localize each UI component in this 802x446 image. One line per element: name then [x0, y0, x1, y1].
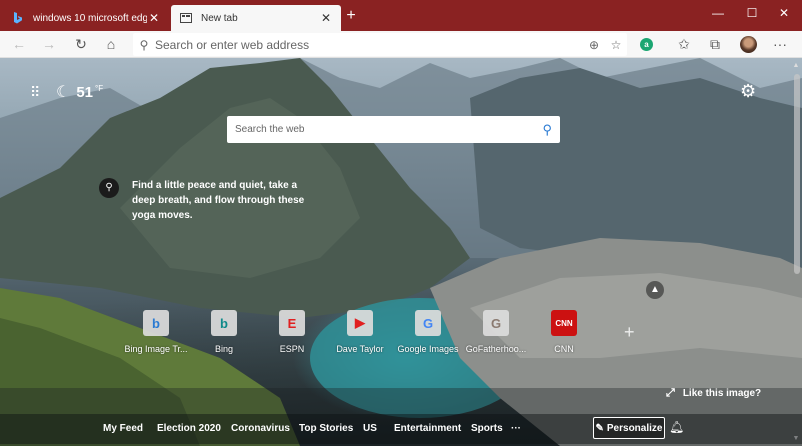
extension-icon[interactable]: a — [640, 38, 653, 51]
quick-link-label: Google Images — [397, 344, 459, 354]
quick-link-tile[interactable]: ▶ Dave Taylor — [325, 310, 395, 354]
gofatherhood-icon: G — [483, 310, 509, 336]
feed-tab-coronavirus[interactable]: Coronavirus — [231, 423, 290, 434]
tab-new-tab[interactable]: New tab ✕ — [171, 5, 341, 31]
quick-link-label: Dave Taylor — [336, 344, 384, 354]
feed-tab-us[interactable]: US — [363, 423, 377, 434]
personalize-label: Personalize — [606, 422, 663, 434]
quick-link-label: Bing Image Tr... — [124, 344, 188, 354]
add-site-plus-icon[interactable]: + — [624, 322, 635, 343]
feed-tab-sports[interactable]: Sports — [471, 423, 503, 434]
moon-icon: ☾ — [56, 84, 71, 101]
refresh-icon[interactable]: ↻ — [72, 35, 90, 53]
bing-icon — [11, 11, 25, 25]
address-bar[interactable]: ⚲ Search or enter web address ⊕ ☆ — [133, 33, 627, 56]
tab-label: New tab — [201, 12, 238, 24]
profile-avatar[interactable] — [740, 36, 757, 53]
title-bar: windows 10 microsoft edge pho ✕ New tab … — [0, 0, 802, 31]
quick-link-label: ESPN — [279, 344, 305, 354]
temperature-unit: °F — [95, 84, 104, 93]
quick-link-tile[interactable]: E ESPN — [257, 310, 327, 354]
newtab-page-icon — [179, 11, 193, 25]
minimize-icon[interactable]: — — [706, 4, 730, 22]
maximize-icon[interactable]: ☐ — [740, 4, 764, 22]
tip-text: Find a little peace and quiet, take a de… — [132, 180, 305, 221]
favorite-star-icon[interactable]: ☆ — [605, 38, 627, 52]
favorites-icon[interactable]: ✩ — [675, 35, 693, 53]
search-placeholder: Search the web — [235, 124, 305, 135]
close-tab-icon[interactable]: ✕ — [319, 11, 333, 25]
feed-tab-entertainment[interactable]: Entertainment — [394, 423, 461, 434]
close-tab-icon[interactable]: ✕ — [147, 11, 161, 25]
web-search-box[interactable]: Search the web ⚲ — [227, 116, 560, 143]
weather-widget[interactable]: ☾ 51 °F — [56, 82, 103, 102]
tab-label: windows 10 microsoft edge pho — [33, 12, 147, 24]
bing-image-icon: b — [143, 310, 169, 336]
home-icon[interactable]: ⌂ — [102, 35, 120, 53]
google-icon: G — [415, 310, 441, 336]
scroll-up-arrow-icon[interactable]: ▲ — [792, 62, 800, 69]
quick-link-label: CNN — [554, 344, 574, 354]
back-icon[interactable]: ← — [10, 35, 28, 53]
quick-link-label: GoFatherhoo... — [465, 344, 527, 354]
quick-link-tile[interactable]: CNN CNN — [529, 310, 599, 354]
quick-link-tile[interactable]: b Bing Image Tr... — [121, 310, 191, 354]
feed-tab-my-feed[interactable]: My Feed — [103, 423, 143, 434]
notification-bell-icon[interactable]: 🔔︎ — [669, 420, 684, 434]
youtube-icon: ▶ — [347, 310, 373, 336]
espn-icon: E — [279, 310, 305, 336]
feed-tab-top-stories[interactable]: Top Stories — [299, 423, 353, 434]
gear-icon[interactable]: ⚙ — [740, 82, 756, 100]
page-scrollbar[interactable]: ▲ ▼ — [792, 62, 800, 442]
tab-bing-search[interactable]: windows 10 microsoft edge pho ✕ — [3, 5, 169, 31]
more-topics-icon[interactable]: ··· — [511, 423, 521, 434]
search-icon[interactable]: ⚲ — [542, 122, 552, 138]
collections-icon[interactable]: ⧉ — [706, 35, 724, 53]
browser-toolbar: ← → ↻ ⌂ ⚲ Search or enter web address ⊕ … — [0, 31, 802, 58]
temperature-value: 51 — [76, 83, 94, 101]
new-tab-plus-icon[interactable]: + — [343, 8, 359, 24]
quick-link-tile[interactable]: G Google Images — [393, 310, 463, 354]
quick-link-tile[interactable]: G GoFatherhoo... — [461, 310, 531, 354]
more-options-icon[interactable]: ··· — [771, 35, 789, 53]
address-placeholder: Search or enter web address — [155, 37, 310, 52]
search-icon: ⚲ — [139, 37, 149, 52]
tip-card[interactable]: ⚲ Find a little peace and quiet, take a … — [99, 178, 309, 223]
like-image-button[interactable]: ⤢ Like this image? — [666, 387, 761, 400]
feed-tab-election[interactable]: Election 2020 — [157, 423, 221, 434]
like-image-label: Like this image? — [682, 388, 762, 399]
window-close-icon[interactable]: ✕ — [772, 4, 796, 22]
scrollbar-thumb[interactable] — [794, 74, 800, 274]
quick-link-label: Bing — [214, 344, 233, 354]
expand-icon: ⤢ — [666, 387, 675, 399]
chevron-up-icon[interactable]: ▲ — [646, 281, 664, 299]
forward-icon[interactable]: → — [40, 35, 58, 53]
bing-icon: b — [211, 310, 237, 336]
personalize-button[interactable]: ✎ Personalize — [593, 417, 665, 439]
cnn-icon: CNN — [551, 310, 577, 336]
zoom-icon[interactable]: ⊕ — [583, 38, 605, 52]
app-launcher-grid-icon[interactable]: ⠿ — [30, 85, 44, 99]
quick-link-tile[interactable]: b Bing — [189, 310, 259, 354]
search-icon: ⚲ — [99, 178, 119, 198]
pencil-icon: ✎ — [595, 422, 604, 434]
